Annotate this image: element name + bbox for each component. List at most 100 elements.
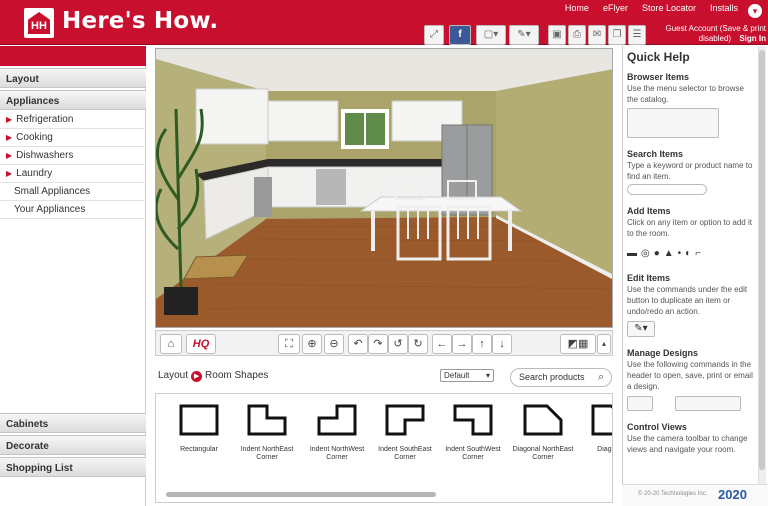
pan-up-icon[interactable]: ↑ bbox=[472, 334, 492, 354]
copy-icon[interactable]: ❐ bbox=[608, 25, 626, 45]
breadcrumb-arrow-icon: ▶ bbox=[191, 371, 203, 382]
help-section-title: Search Items bbox=[627, 149, 684, 159]
sidebar-item-label: Cooking bbox=[16, 132, 53, 143]
copyright-text: © 20-20 Technologies Inc. bbox=[638, 491, 708, 497]
sidebar-section-appliances[interactable]: Appliances bbox=[0, 90, 146, 110]
help-control-views: Control Views Use the camera toolbar to … bbox=[627, 422, 757, 455]
room-shape-tile[interactable]: Indent NorthEast Corner bbox=[232, 404, 302, 462]
rotate-left-icon[interactable]: ↺ bbox=[388, 334, 408, 354]
search-products-input[interactable]: Search products bbox=[510, 368, 612, 387]
room-shape-tile[interactable]: Diagonal bbox=[576, 404, 612, 454]
sidebar-item-laundry[interactable]: ▶ Laundry bbox=[0, 165, 146, 183]
sort-select[interactable]: Default ▾ bbox=[440, 369, 494, 382]
tile-label: Diagonal NorthEast bbox=[512, 446, 574, 453]
rotate-right-icon[interactable]: ↻ bbox=[408, 334, 428, 354]
top-links: Home eFlyer Store Locator Installs bbox=[565, 3, 738, 13]
sidebar-item-label: Laundry bbox=[16, 168, 53, 179]
help-section-desc: Use the camera toolbar to change views a… bbox=[627, 434, 748, 454]
mini-search-icon bbox=[627, 184, 707, 195]
catalog-scrollbar[interactable] bbox=[166, 492, 436, 497]
search-icon[interactable]: ⌕ bbox=[598, 371, 604, 384]
expand-arrow-icon: ▶ bbox=[6, 115, 13, 124]
sample-items-icons: ▬◎●▲•◐⌐ bbox=[627, 248, 706, 259]
help-section-desc: Use the menu selector to browse the cata… bbox=[627, 84, 744, 104]
tile-label: Indent NorthEast bbox=[240, 446, 294, 453]
fullscreen-button[interactable]: ⤢ bbox=[424, 25, 444, 45]
view-menu-icon[interactable]: ▴ bbox=[597, 334, 611, 354]
sidebar-top-strip bbox=[0, 46, 146, 66]
sidebar-item-label: Small Appliances bbox=[14, 186, 91, 197]
sign-in-link[interactable]: Sign In bbox=[739, 34, 766, 43]
facebook-icon[interactable]: f bbox=[449, 25, 471, 45]
new-design-button[interactable]: ▢▾ bbox=[476, 25, 506, 45]
collapse-icon[interactable]: ▾ bbox=[748, 4, 762, 18]
rotate-down-icon[interactable]: ↷ bbox=[368, 334, 388, 354]
store-locator-link[interactable]: Store Locator bbox=[642, 3, 696, 13]
sidebar-section-layout[interactable]: Layout bbox=[0, 68, 146, 88]
room-shape-tile[interactable]: Diagonal NorthEast Corner bbox=[508, 404, 578, 462]
room-shape-tile[interactable]: Indent NorthWest Corner bbox=[302, 404, 372, 462]
sidebar-item-your-appliances[interactable]: Your Appliances bbox=[0, 201, 146, 219]
mini-edit-icon: ✎▾ bbox=[627, 321, 655, 337]
help-section-desc: Use the commands under the edit button t… bbox=[627, 285, 748, 316]
sort-select-value: Default bbox=[444, 371, 470, 380]
brand-title[interactable]: Here's How. bbox=[62, 8, 218, 34]
expand-arrow-icon: ▶ bbox=[6, 151, 13, 160]
diagonal-northeast-shape-icon bbox=[523, 404, 563, 436]
sidebar-item-dishwashers[interactable]: ▶ Dishwashers bbox=[0, 147, 146, 165]
sidebar-section-cabinets[interactable]: Cabinets bbox=[0, 413, 146, 433]
fit-view-icon[interactable]: ⛶ bbox=[278, 334, 300, 354]
indent-northeast-shape-icon bbox=[247, 404, 287, 436]
print-icon[interactable]: ⎙ bbox=[568, 25, 586, 45]
tile-label: Diagonal bbox=[597, 446, 612, 453]
help-section-desc: Click on any item or option to add it to… bbox=[627, 218, 752, 238]
installs-link[interactable]: Installs bbox=[710, 3, 738, 13]
help-search-items: Search Items Type a keyword or product n… bbox=[627, 149, 757, 182]
tile-label: Corner bbox=[256, 454, 278, 461]
help-edit-items: Edit Items Use the commands under the ed… bbox=[627, 273, 757, 317]
panel-footer: © 20-20 Technologies Inc. 2020 bbox=[622, 484, 768, 506]
quick-help-scroll-thumb[interactable] bbox=[759, 50, 765, 470]
vendor-logo: 2020 bbox=[718, 487, 747, 502]
sidebar-item-label: Dishwashers bbox=[16, 150, 74, 161]
room-shape-tile[interactable]: Rectangular bbox=[164, 404, 234, 454]
edit-button[interactable]: ✎▾ bbox=[509, 25, 539, 45]
3d-room-view[interactable] bbox=[155, 48, 613, 328]
app-header: HH Here's How. Home eFlyer Store Locator… bbox=[0, 0, 768, 45]
sidebar-item-small-appliances[interactable]: Small Appliances bbox=[0, 183, 146, 201]
sidebar-section-shopping-list[interactable]: Shopping List bbox=[0, 457, 146, 477]
sidebar-item-label: Refrigeration bbox=[16, 114, 74, 125]
email-icon[interactable]: ✉ bbox=[588, 25, 606, 45]
room-shapes-catalog: Rectangular Indent NorthEast Corner Inde… bbox=[155, 393, 613, 503]
tile-label: Rectangular bbox=[180, 446, 218, 453]
hq-render-button[interactable]: HQ bbox=[186, 334, 216, 354]
save-icon[interactable]: ▣ bbox=[548, 25, 566, 45]
room-shape-tile[interactable]: Indent SouthEast Corner bbox=[370, 404, 440, 462]
home-hardware-logo[interactable]: HH bbox=[24, 8, 54, 38]
pan-right-icon[interactable]: → bbox=[452, 334, 472, 354]
view-mode-icon[interactable]: ◩▦ bbox=[560, 334, 596, 354]
diagonal-shape-icon bbox=[591, 404, 612, 436]
help-section-title: Manage Designs bbox=[627, 348, 699, 358]
home-link[interactable]: Home bbox=[565, 3, 589, 13]
help-section-desc: Type a keyword or product name to find a… bbox=[627, 161, 753, 181]
list-icon[interactable]: ☰ bbox=[628, 25, 646, 45]
home-view-icon[interactable]: ⌂ bbox=[160, 334, 182, 354]
room-shape-tile[interactable]: Indent SouthWest Corner bbox=[438, 404, 508, 462]
sidebar-section-decorate[interactable]: Decorate bbox=[0, 435, 146, 455]
quick-help-panel: Quick Help Browser Items Use the menu se… bbox=[622, 46, 768, 506]
sidebar-item-cooking[interactable]: ▶ Cooking bbox=[0, 129, 146, 147]
breadcrumb: Layout ▶ Room Shapes bbox=[158, 370, 268, 382]
sidebar-item-refrigeration[interactable]: ▶ Refrigeration bbox=[0, 111, 146, 129]
pan-down-icon[interactable]: ↓ bbox=[492, 334, 512, 354]
account-info: Guest Account (Save & print disabled) Si… bbox=[664, 24, 767, 44]
zoom-out-icon[interactable]: ⊖ bbox=[324, 334, 344, 354]
catalog-sidebar: Layout Appliances ▶ Refrigeration ▶ Cookin… bbox=[0, 46, 146, 506]
pan-left-icon[interactable]: ← bbox=[432, 334, 452, 354]
zoom-in-icon[interactable]: ⊕ bbox=[302, 334, 322, 354]
eflyer-link[interactable]: eFlyer bbox=[603, 3, 628, 13]
breadcrumb-layout[interactable]: Layout bbox=[158, 370, 188, 381]
tile-label: Corner bbox=[326, 454, 348, 461]
breadcrumb-room-shapes: Room Shapes bbox=[205, 370, 269, 381]
rotate-up-icon[interactable]: ↶ bbox=[348, 334, 368, 354]
